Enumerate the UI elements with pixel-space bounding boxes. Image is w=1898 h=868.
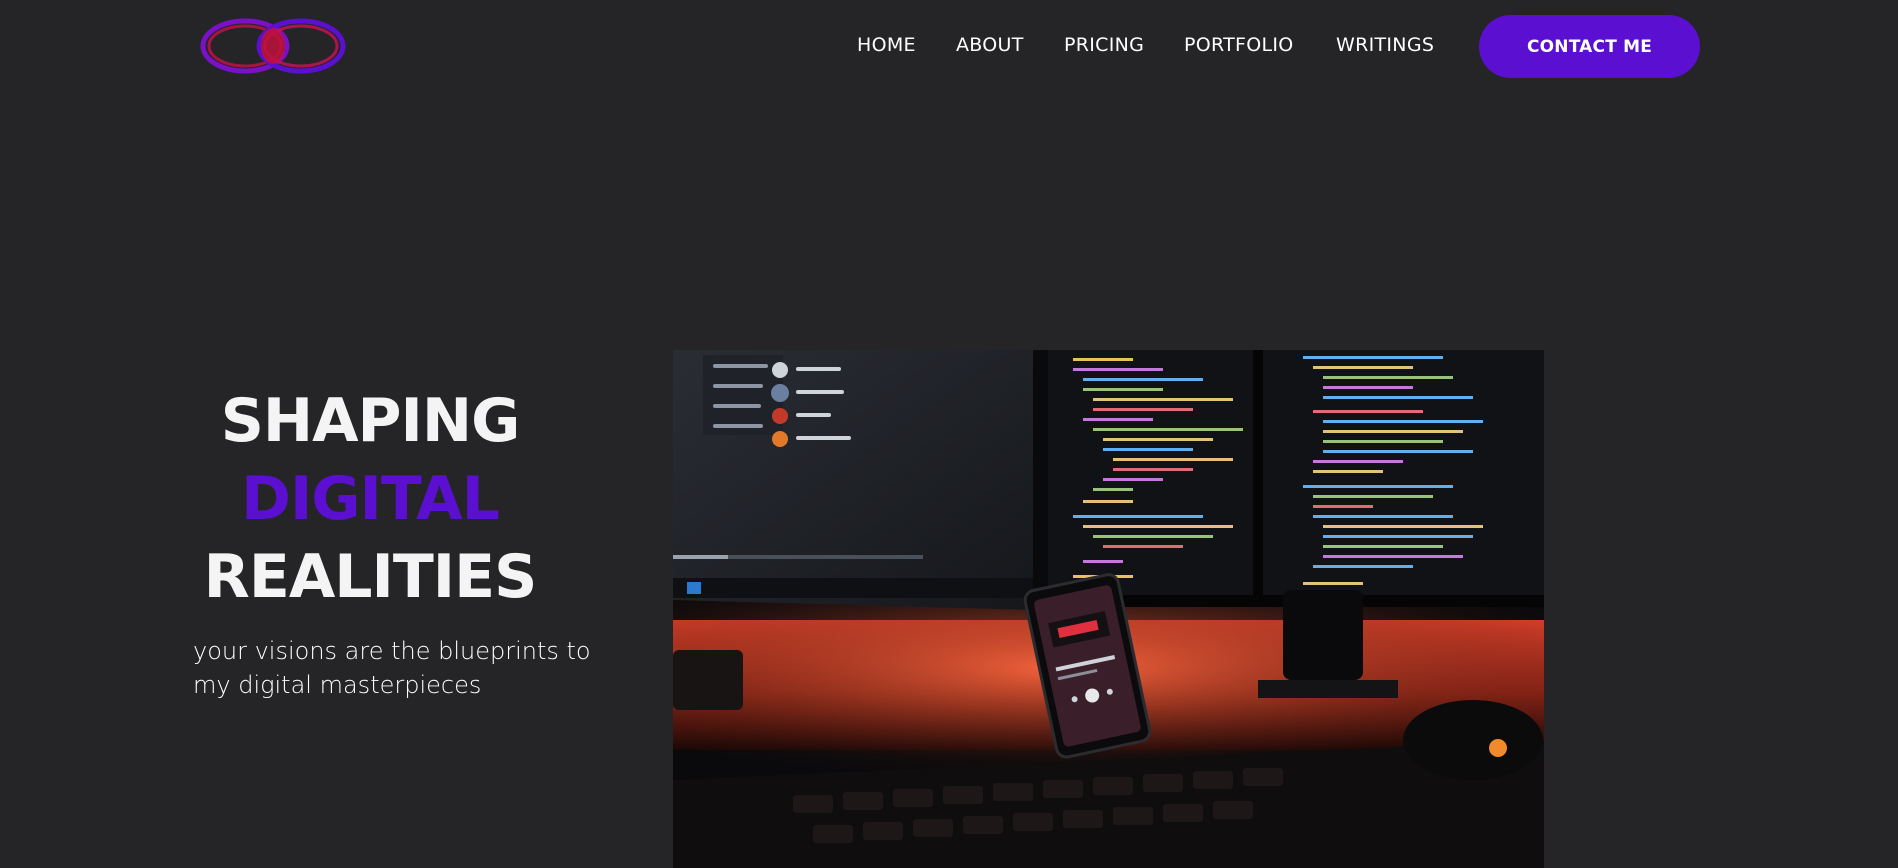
nav-writings-link[interactable]: WRITINGS [1336, 34, 1434, 56]
hero-title: SHAPING DIGITAL REALITIES [180, 382, 560, 616]
nav-portfolio-link[interactable]: PORTFOLIO [1184, 34, 1294, 56]
interlocking-rings-logo-icon[interactable] [199, 18, 347, 74]
nav-about-link[interactable]: ABOUT [956, 34, 1024, 56]
contact-me-button[interactable]: CONTACT ME [1479, 15, 1700, 78]
desk-setup-photo-icon [673, 350, 1544, 868]
hero-subtitle: your visions are the blueprints to my di… [193, 637, 591, 699]
nav-pricing-link[interactable]: PRICING [1064, 34, 1144, 56]
hero-title-line-1: SHAPING [220, 386, 521, 456]
page: HOME ABOUT PRICING PORTFOLIO WRITINGS CO… [0, 0, 1898, 868]
hero-title-line-2: DIGITAL [241, 464, 500, 534]
hero-title-line-3: REALITIES [203, 542, 538, 612]
hero-image [673, 350, 1544, 868]
nav-home-link[interactable]: HOME [857, 34, 916, 56]
